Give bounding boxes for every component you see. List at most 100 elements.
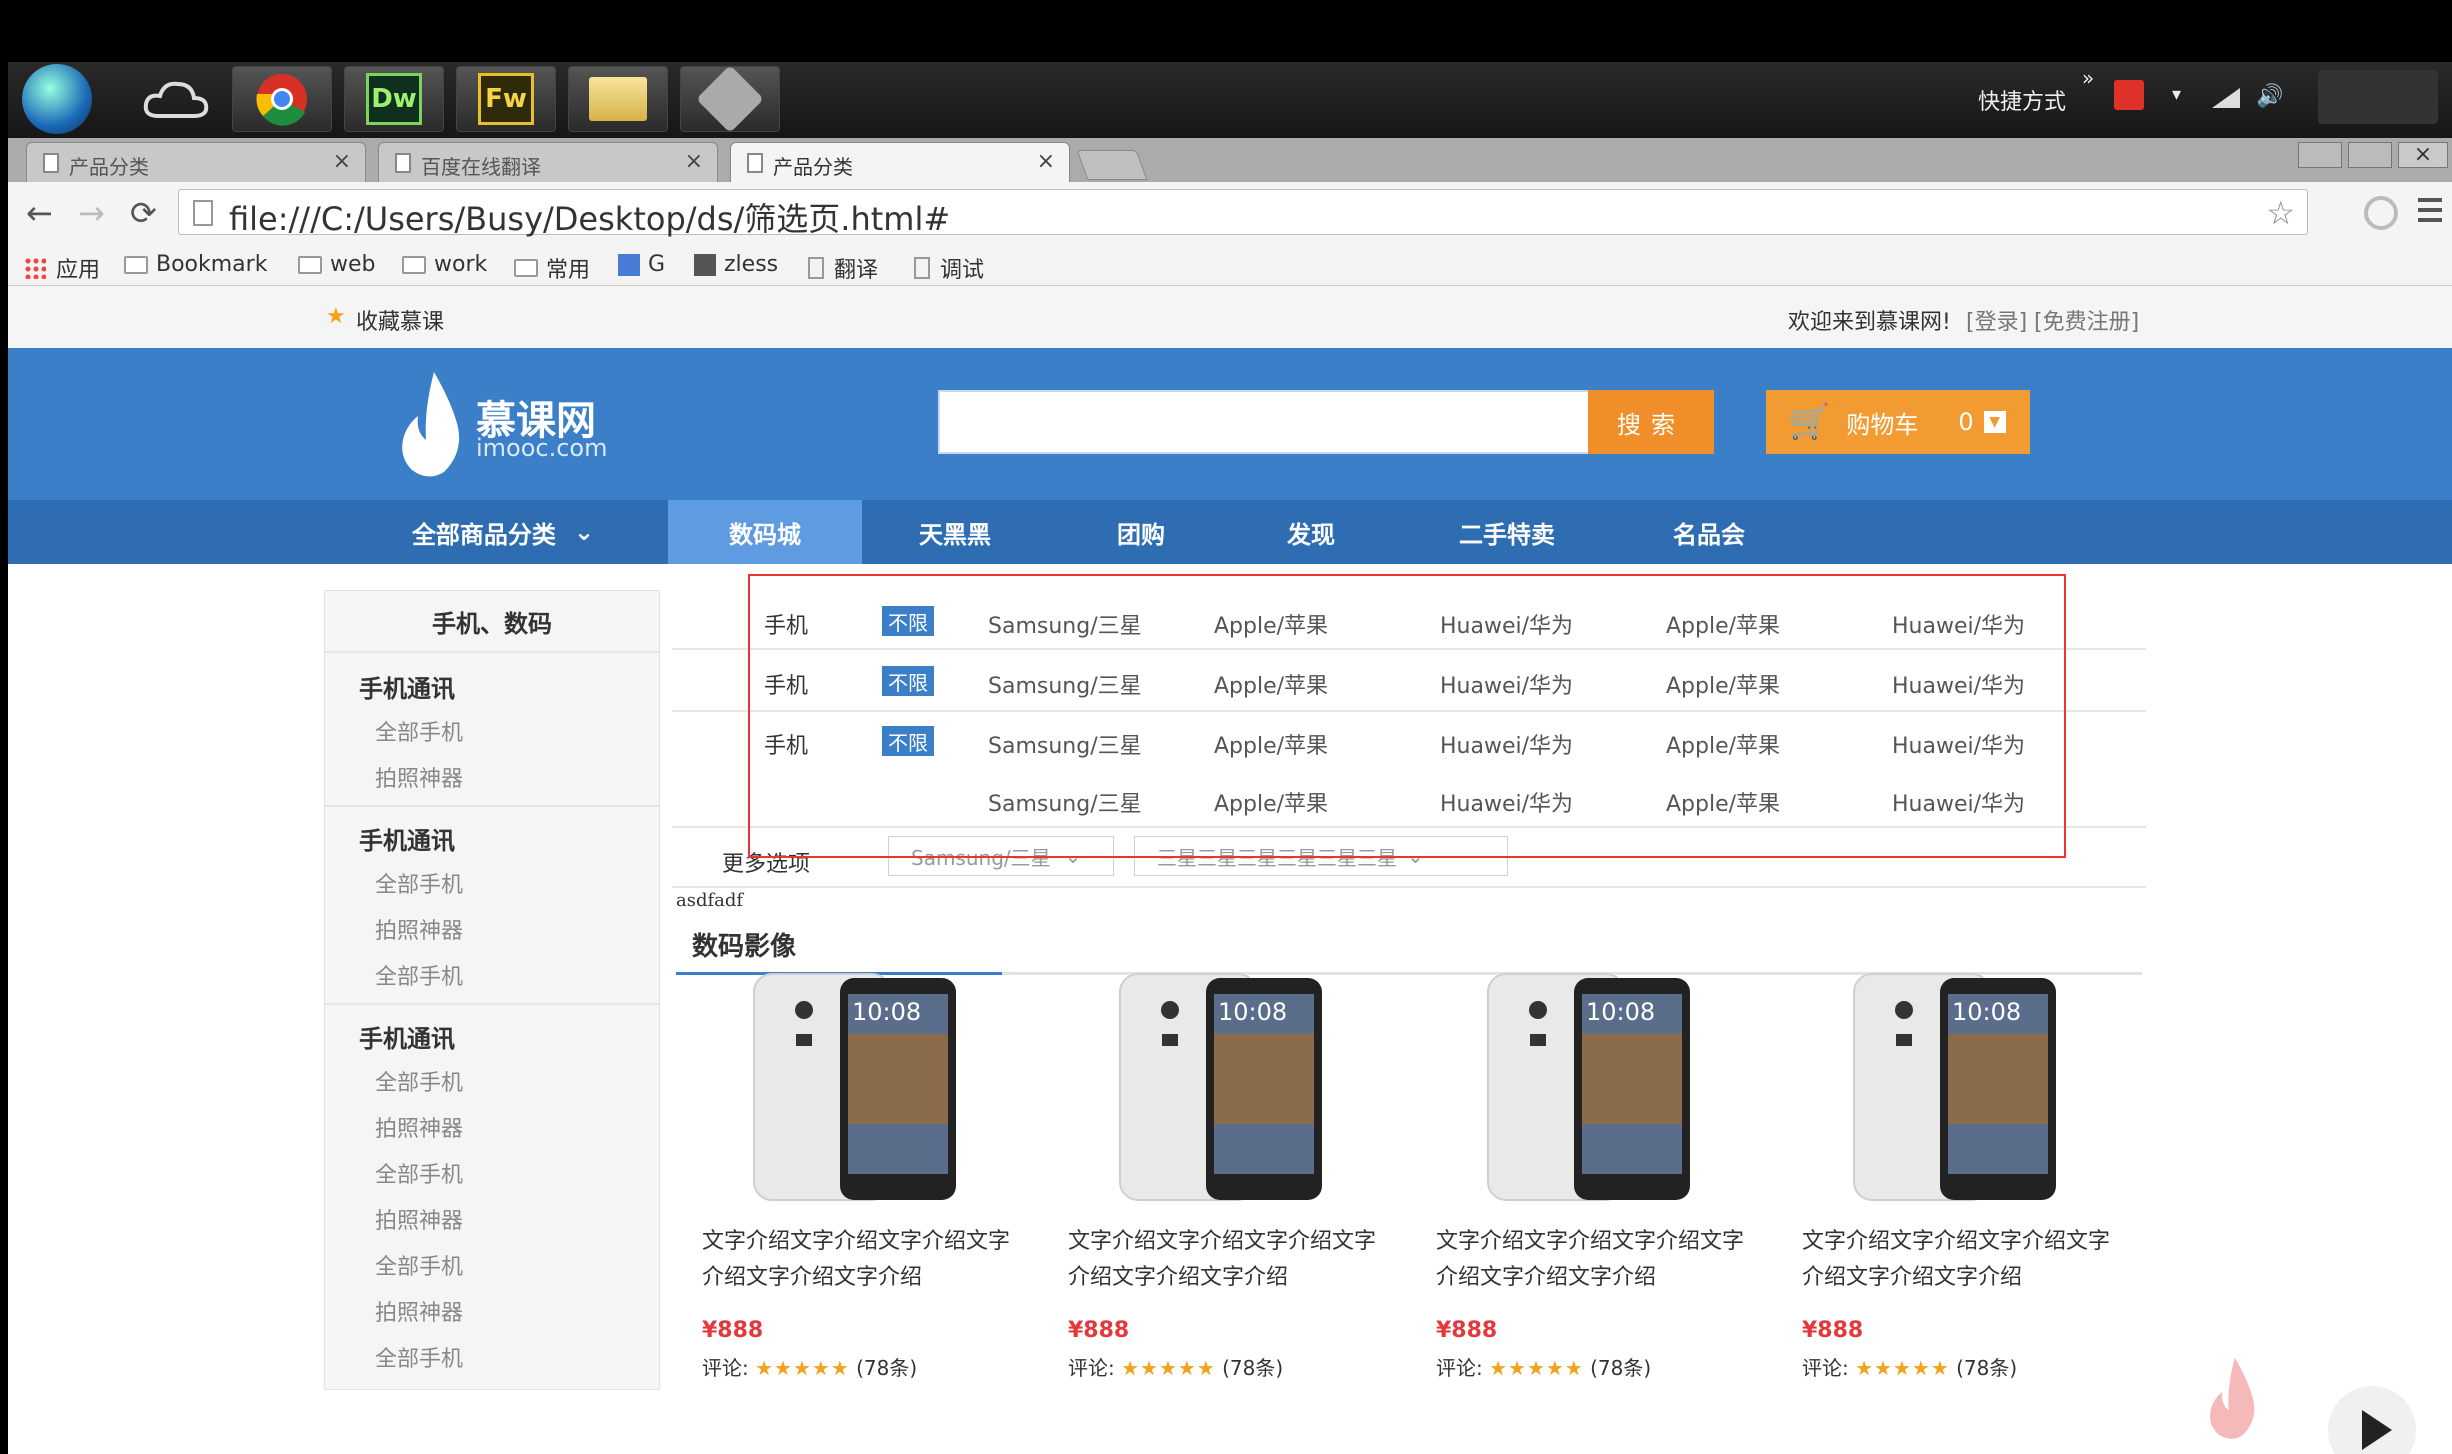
bookmark-google[interactable]: G (618, 252, 665, 277)
star-icon: ★ (326, 304, 346, 329)
sidebar-item[interactable]: 拍照神器 (375, 1203, 463, 1235)
nav-item-discover[interactable]: 发现 (1218, 500, 1404, 564)
sidebar-item[interactable]: 拍照神器 (375, 761, 463, 793)
close-tab-icon[interactable]: × (1037, 149, 1055, 174)
sidebar-item[interactable]: 全部手机 (375, 867, 463, 899)
filter-divider (672, 886, 2146, 888)
cart-button[interactable]: 🛒 购物车 0 ▼ (1766, 390, 2030, 454)
all-categories-menu[interactable]: 全部商品分类 ⌄ (348, 500, 658, 564)
sidebar-group-head[interactable]: 手机通讯 (359, 1019, 455, 1054)
document-icon (747, 153, 763, 173)
bookmark-zless[interactable]: zless (694, 252, 778, 277)
favorite-link[interactable]: 收藏慕课 (356, 304, 444, 336)
close-window-button[interactable]: × (2398, 142, 2448, 168)
clock-area[interactable] (2318, 70, 2438, 124)
sidebar-item[interactable]: 拍照神器 (375, 913, 463, 945)
explorer-taskbar-button[interactable] (568, 66, 668, 132)
cloud-icon[interactable] (126, 66, 226, 132)
web-page: ★ 收藏慕课 欢迎来到慕课网! [登录] [免费注册] 慕课网 imooc.co… (8, 286, 2452, 1454)
url-text: file:///C:/Users/Busy/Desktop/ds/筛选页.htm… (229, 200, 951, 238)
tab-product-category-active[interactable]: 产品分类 × (730, 142, 1070, 182)
new-tab-button[interactable] (1076, 150, 1148, 180)
back-arrow-icon[interactable]: ← (26, 194, 53, 232)
folder-icon (402, 255, 426, 274)
forward-arrow-icon[interactable]: → (78, 194, 105, 232)
close-tab-icon[interactable]: × (685, 149, 703, 174)
address-bar[interactable]: file:///C:/Users/Busy/Desktop/ds/筛选页.htm… (178, 189, 2308, 238)
product-rating: 评论: ★★★★★ (78条) (1068, 1352, 1283, 1381)
page-icon (914, 257, 930, 279)
phone-image[interactable]: 10:08 (1118, 972, 1324, 1202)
nav-item-tianheihei[interactable]: 天黑黑 (862, 500, 1048, 564)
product-description[interactable]: 文字介绍文字介绍文字介绍文字介绍文字介绍文字介绍 (702, 1224, 1022, 1296)
sogou-icon[interactable] (2114, 80, 2144, 110)
chrome-taskbar-button[interactable] (232, 66, 332, 132)
review-count[interactable]: (78条) (856, 1356, 917, 1380)
nav-item-luxury[interactable]: 名品会 (1616, 500, 1802, 564)
start-button[interactable] (22, 64, 92, 134)
product-price: ¥888 (1802, 1318, 1864, 1343)
bookmark-label: G (648, 252, 666, 277)
reload-icon[interactable]: ⟳ (130, 194, 157, 232)
bookmark-apps[interactable]: 应用 (24, 252, 100, 284)
menu-icon[interactable] (2418, 198, 2442, 226)
review-count[interactable]: (78条) (1222, 1356, 1283, 1380)
bookmark-folder-bookmark[interactable]: Bookmark (124, 252, 267, 277)
browser-tab-strip: 产品分类 × 百度在线翻译 × 产品分类 × × (8, 138, 2452, 182)
bookmark-folder-work[interactable]: work (402, 252, 487, 277)
extension-icon[interactable] (2364, 196, 2398, 230)
phone-image[interactable]: 10:08 (752, 972, 958, 1202)
review-count[interactable]: (78条) (1590, 1356, 1651, 1380)
nav-item-second-hand[interactable]: 二手特卖 (1404, 500, 1610, 564)
restore-button[interactable] (2348, 142, 2392, 168)
nav-item-group-buy[interactable]: 团购 (1048, 500, 1234, 564)
sidebar-item[interactable]: 全部手机 (375, 1065, 463, 1097)
review-count[interactable]: (78条) (1956, 1356, 2017, 1380)
bookmark-folder-common[interactable]: 常用 (514, 252, 590, 284)
play-button[interactable] (2328, 1386, 2416, 1454)
star-rating-icon: ★★★★★ (1489, 1356, 1584, 1380)
register-link[interactable]: [免费注册] (2034, 304, 2139, 336)
shortcut-label[interactable]: 快捷方式 (1978, 84, 2066, 116)
rating-label: 评论: (1068, 1356, 1115, 1380)
tray-expand-icon[interactable]: ▾ (2172, 84, 2181, 105)
sidebar-group-head[interactable]: 手机通讯 (359, 821, 455, 856)
product-description[interactable]: 文字介绍文字介绍文字介绍文字介绍文字介绍文字介绍 (1068, 1224, 1388, 1296)
sidebar-item[interactable]: 全部手机 (375, 959, 463, 991)
tools-taskbar-button[interactable] (680, 65, 780, 133)
sidebar-item[interactable]: 全部手机 (375, 715, 463, 747)
bookmark-folder-web[interactable]: web (298, 252, 376, 277)
tab-product-category[interactable]: 产品分类 × (26, 142, 366, 182)
bookmark-debug[interactable]: 调试 (914, 252, 984, 284)
phone-clock-text: 10:08 (1952, 998, 2021, 1026)
search-input[interactable] (938, 390, 1598, 454)
phone-image[interactable]: 10:08 (1852, 972, 2058, 1202)
fireworks-taskbar-button[interactable]: Fw (456, 66, 556, 132)
bookmark-translate[interactable]: 翻译 (808, 252, 878, 284)
sidebar-item[interactable]: 全部手机 (375, 1157, 463, 1189)
overflow-chevron-icon[interactable]: » (2082, 66, 2094, 90)
bookmark-label: work (434, 252, 488, 277)
star-bookmark-icon[interactable]: ☆ (2266, 194, 2295, 232)
product-description[interactable]: 文字介绍文字介绍文字介绍文字介绍文字介绍文字介绍 (1802, 1224, 2122, 1296)
login-link[interactable]: [登录] (1966, 304, 2027, 336)
phone-image[interactable]: 10:08 (1486, 972, 1692, 1202)
bookmark-label: web (330, 252, 376, 277)
sidebar-item[interactable]: 拍照神器 (375, 1295, 463, 1327)
minimize-button[interactable] (2298, 142, 2342, 168)
folder-icon (589, 77, 647, 121)
volume-icon[interactable]: 🔊 (2256, 84, 2283, 109)
sidebar-item[interactable]: 拍照神器 (375, 1111, 463, 1143)
search-button[interactable]: 搜索 (1588, 390, 1714, 454)
dreamweaver-taskbar-button[interactable]: Dw (344, 66, 444, 132)
close-tab-icon[interactable]: × (333, 149, 351, 174)
product-description[interactable]: 文字介绍文字介绍文字介绍文字介绍文字介绍文字介绍 (1436, 1224, 1756, 1296)
flame-logo-icon (402, 372, 460, 477)
tab-baidu-translate[interactable]: 百度在线翻译 × (378, 142, 718, 182)
sidebar-item[interactable]: 全部手机 (375, 1341, 463, 1373)
sidebar-item[interactable]: 全部手机 (375, 1249, 463, 1281)
browser-toolbar: ← → ⟳ file:///C:/Users/Busy/Desktop/ds/筛… (8, 182, 2452, 244)
nav-item-digital-city[interactable]: 数码城 (668, 500, 862, 564)
network-icon[interactable] (2212, 88, 2240, 108)
sidebar-group-head[interactable]: 手机通讯 (359, 669, 455, 704)
